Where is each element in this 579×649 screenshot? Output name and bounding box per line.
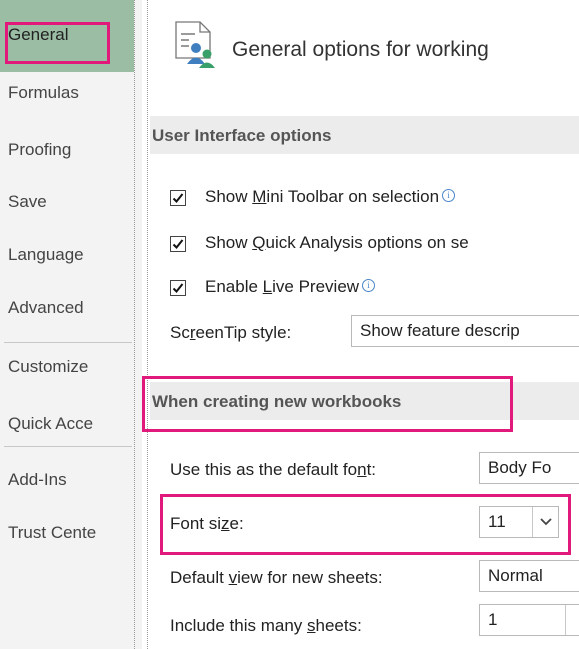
screentip-style-select[interactable]: Show feature descrip — [351, 315, 579, 347]
highlight-new-workbooks — [142, 376, 513, 432]
sidebar-divider — [4, 342, 132, 343]
sidebar-divider — [4, 446, 132, 447]
screentip-style-label: ScreenTip style: — [170, 323, 292, 342]
sidebar-item-customize[interactable]: Customize — [8, 357, 134, 377]
sidebar-item-save[interactable]: Save — [8, 192, 134, 212]
default-view-label: Default view for new sheets: — [170, 568, 383, 587]
mini-toolbar-label[interactable]: Show Mini Toolbar on selection i — [205, 187, 456, 207]
sidebar-item-advanced[interactable]: Advanced — [8, 298, 134, 318]
sidebar-item-language[interactable]: Language — [8, 245, 134, 265]
default-font-label: Use this as the default font: — [170, 460, 377, 479]
live-preview-checkbox[interactable] — [170, 280, 186, 296]
sheets-count-label: Include this many sheets: — [170, 616, 362, 635]
mini-toolbar-checkbox[interactable] — [170, 190, 186, 206]
sheets-count-input[interactable]: 1 — [479, 604, 579, 636]
font-size-select[interactable]: 11 — [479, 506, 559, 538]
font-size-value: 11 — [488, 512, 506, 531]
highlight-general — [5, 22, 110, 64]
sidebar-item-add-ins[interactable]: Add-Ins — [8, 470, 134, 490]
sheets-count-value: 1 — [488, 610, 498, 629]
checkmark-icon — [172, 239, 184, 249]
page-title: General options for working — [232, 38, 489, 61]
checkmark-icon — [172, 193, 184, 203]
info-icon[interactable]: i — [362, 279, 376, 292]
quick-analysis-checkbox[interactable] — [170, 236, 186, 252]
sidebar-item-proofing[interactable]: Proofing — [8, 140, 134, 160]
quick-analysis-label[interactable]: Show Quick Analysis options on se — [205, 233, 469, 253]
section-title-ui-options: User Interface options — [152, 126, 332, 145]
sidebar-border — [134, 0, 136, 649]
sidebar-item-trust-center[interactable]: Trust Cente — [8, 523, 134, 543]
content-border — [147, 0, 149, 649]
default-font-select[interactable]: Body Fo — [479, 452, 579, 484]
live-preview-label[interactable]: Enable Live Preview i — [205, 277, 376, 297]
sidebar-item-quick-access[interactable]: Quick Acce — [8, 414, 134, 434]
checkmark-icon — [172, 283, 184, 293]
font-size-dropdown-button[interactable] — [532, 507, 558, 537]
font-size-label: Font size: — [170, 514, 244, 533]
chevron-down-icon — [540, 518, 552, 526]
info-icon[interactable]: i — [442, 189, 456, 202]
general-options-icon — [170, 18, 220, 74]
default-view-select[interactable]: Normal — [479, 560, 579, 592]
sidebar-item-formulas[interactable]: Formulas — [8, 83, 134, 103]
spinner-divider — [565, 605, 566, 635]
